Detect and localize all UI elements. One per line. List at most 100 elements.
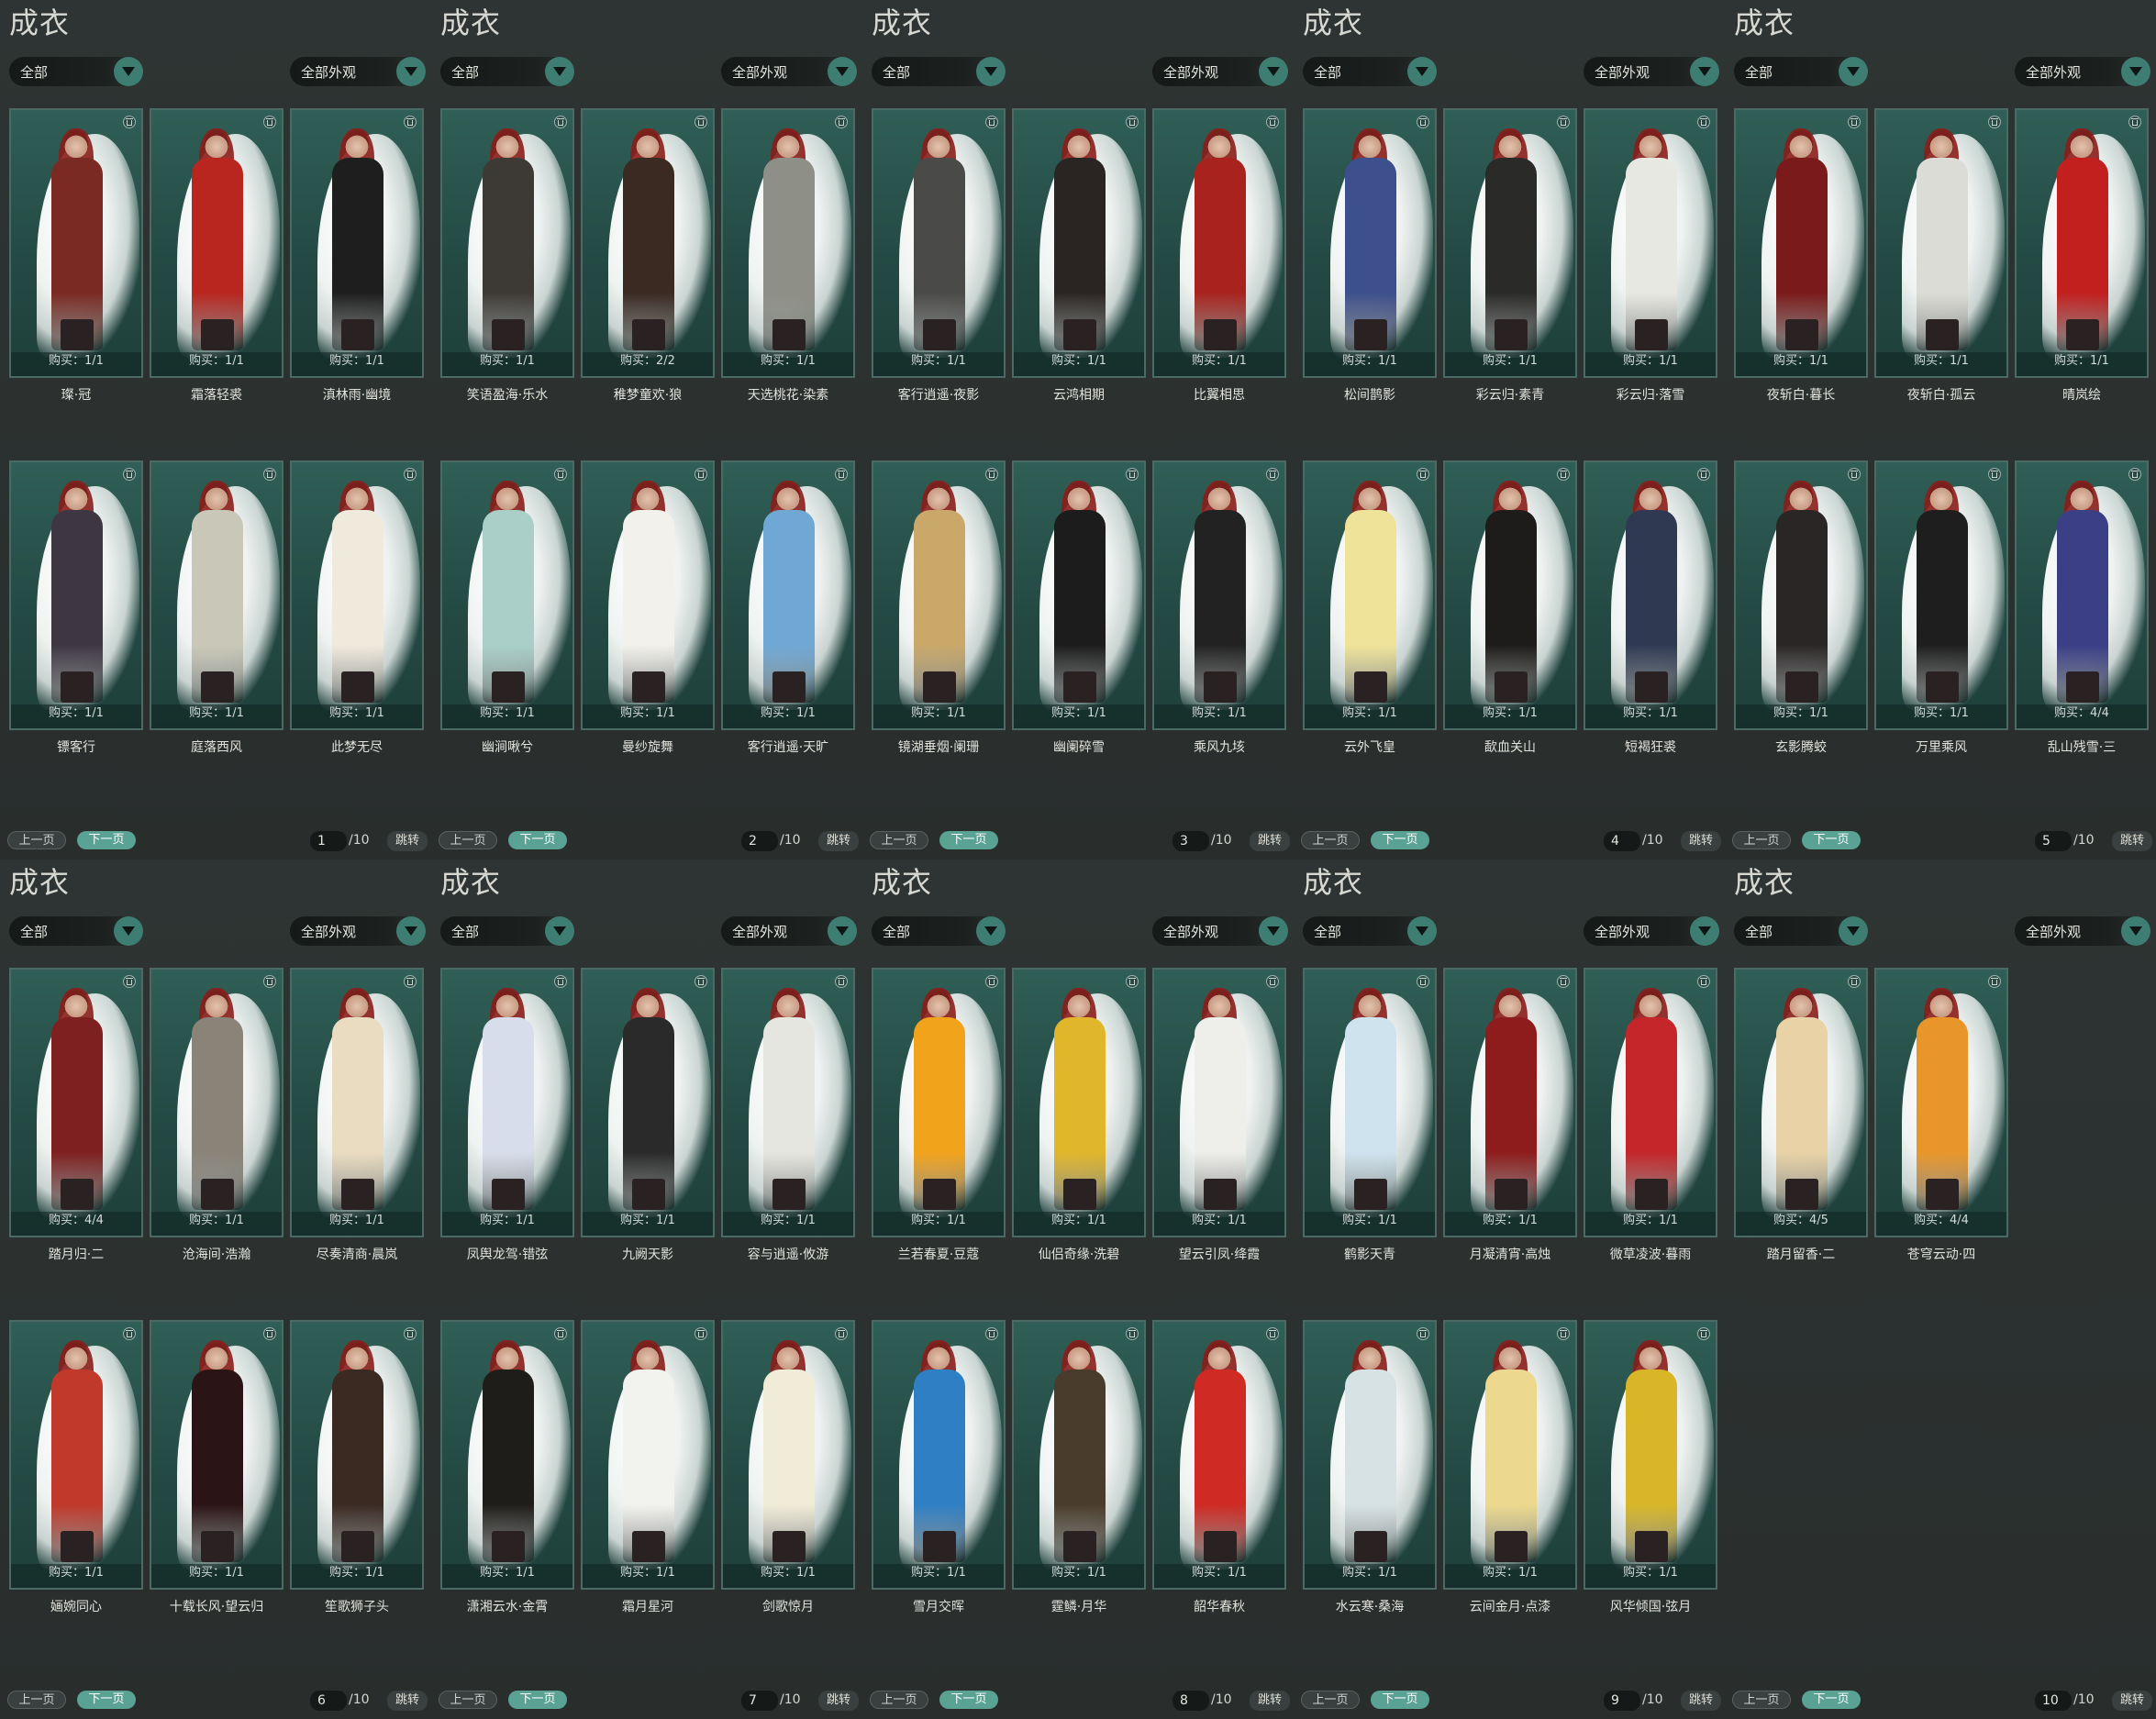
trash-icon[interactable] (985, 468, 998, 481)
trash-icon[interactable] (1848, 975, 1861, 988)
trash-icon[interactable] (123, 468, 136, 481)
page-number-input[interactable]: 4 (1604, 831, 1640, 851)
next-page-button[interactable]: 下一页 (1371, 1691, 1429, 1709)
outfit-card[interactable]: 购买：1/1 (1152, 1320, 1286, 1590)
trash-icon[interactable] (1266, 1327, 1279, 1340)
trash-icon[interactable] (695, 975, 707, 988)
appearance-filter-dropdown[interactable]: 全部外观 (721, 57, 857, 86)
trash-icon[interactable] (263, 116, 276, 128)
trash-icon[interactable] (1266, 116, 1279, 128)
outfit-card[interactable]: 购买：4/5 (1734, 968, 1868, 1237)
outfit-card[interactable]: 购买：2/2 (581, 108, 715, 378)
prev-page-button[interactable]: 上一页 (1732, 1691, 1791, 1709)
outfit-card[interactable]: 购买：1/1 (290, 460, 424, 730)
trash-icon[interactable] (835, 1327, 848, 1340)
chevron-down-icon[interactable] (396, 916, 426, 946)
trash-icon[interactable] (1126, 1327, 1139, 1340)
trash-icon[interactable] (404, 468, 417, 481)
category-dropdown[interactable]: 全部 (440, 57, 574, 86)
trash-icon[interactable] (1848, 116, 1861, 128)
outfit-card[interactable]: 购买：1/1 (1734, 460, 1868, 730)
category-dropdown[interactable]: 全部 (1303, 57, 1437, 86)
prev-page-button[interactable]: 上一页 (1301, 1691, 1360, 1709)
category-dropdown[interactable]: 全部 (440, 916, 574, 946)
outfit-card[interactable]: 购买：1/1 (721, 460, 855, 730)
prev-page-button[interactable]: 上一页 (1301, 831, 1360, 849)
outfit-card[interactable]: 购买：1/1 (1012, 108, 1146, 378)
trash-icon[interactable] (1988, 975, 2001, 988)
outfit-card[interactable]: 购买：1/1 (1012, 460, 1146, 730)
appearance-filter-dropdown[interactable]: 全部外观 (290, 916, 426, 946)
outfit-card[interactable]: 购买：1/1 (872, 968, 1006, 1237)
outfit-card[interactable]: 购买：1/1 (9, 1320, 143, 1590)
trash-icon[interactable] (1848, 468, 1861, 481)
chevron-down-icon[interactable] (828, 57, 857, 86)
page-number-input[interactable]: 6 (310, 1691, 347, 1711)
category-dropdown[interactable]: 全部 (1734, 57, 1868, 86)
category-dropdown[interactable]: 全部 (872, 57, 1006, 86)
chevron-down-icon[interactable] (1259, 916, 1288, 946)
trash-icon[interactable] (985, 1327, 998, 1340)
outfit-card[interactable]: 购买：1/1 (1303, 108, 1437, 378)
chevron-down-icon[interactable] (976, 916, 1006, 946)
trash-icon[interactable] (1988, 468, 2001, 481)
trash-icon[interactable] (263, 975, 276, 988)
page-number-input[interactable]: 1 (310, 831, 347, 851)
outfit-card[interactable]: 购买：1/1 (872, 108, 1006, 378)
chevron-down-icon[interactable] (1407, 916, 1437, 946)
category-dropdown[interactable]: 全部 (9, 916, 143, 946)
trash-icon[interactable] (835, 975, 848, 988)
outfit-card[interactable]: 购买：1/1 (9, 460, 143, 730)
trash-icon[interactable] (123, 116, 136, 128)
trash-icon[interactable] (263, 1327, 276, 1340)
outfit-card[interactable]: 购买：1/1 (1303, 968, 1437, 1237)
outfit-card[interactable]: 购买：1/1 (1584, 1320, 1717, 1590)
next-page-button[interactable]: 下一页 (939, 1691, 998, 1709)
outfit-card[interactable]: 购买：1/1 (581, 968, 715, 1237)
appearance-filter-dropdown[interactable]: 全部外观 (1152, 57, 1288, 86)
outfit-card[interactable]: 购买：1/1 (440, 460, 574, 730)
trash-icon[interactable] (1697, 468, 1710, 481)
chevron-down-icon[interactable] (1407, 57, 1437, 86)
trash-icon[interactable] (1417, 116, 1429, 128)
outfit-card[interactable]: 购买：1/1 (150, 460, 283, 730)
appearance-filter-dropdown[interactable]: 全部外观 (721, 916, 857, 946)
outfit-card[interactable]: 购买：1/1 (150, 1320, 283, 1590)
next-page-button[interactable]: 下一页 (1371, 831, 1429, 849)
next-page-button[interactable]: 下一页 (508, 1691, 567, 1709)
prev-page-button[interactable]: 上一页 (7, 831, 66, 849)
outfit-card[interactable]: 购买：1/1 (1584, 108, 1717, 378)
outfit-card[interactable]: 购买：1/1 (1303, 1320, 1437, 1590)
page-number-input[interactable]: 10 (2035, 1691, 2072, 1711)
outfit-card[interactable]: 购买：1/1 (1443, 1320, 1577, 1590)
chevron-down-icon[interactable] (2121, 916, 2150, 946)
trash-icon[interactable] (695, 1327, 707, 1340)
outfit-card[interactable]: 购买：1/1 (1152, 968, 1286, 1237)
chevron-down-icon[interactable] (976, 57, 1006, 86)
trash-icon[interactable] (1126, 468, 1139, 481)
jump-button[interactable]: 跳转 (387, 831, 428, 851)
outfit-card[interactable]: 购买：1/1 (440, 1320, 574, 1590)
chevron-down-icon[interactable] (2121, 57, 2150, 86)
trash-icon[interactable] (554, 1327, 567, 1340)
jump-button[interactable]: 跳转 (1250, 831, 1290, 851)
jump-button[interactable]: 跳转 (387, 1691, 428, 1711)
trash-icon[interactable] (1557, 1327, 1570, 1340)
jump-button[interactable]: 跳转 (1250, 1691, 1290, 1711)
appearance-filter-dropdown[interactable]: 全部外观 (290, 57, 426, 86)
trash-icon[interactable] (554, 468, 567, 481)
outfit-card[interactable]: 购买：1/1 (1012, 968, 1146, 1237)
page-number-input[interactable]: 9 (1604, 1691, 1640, 1711)
outfit-card[interactable]: 购买：1/1 (1443, 460, 1577, 730)
trash-icon[interactable] (2128, 468, 2141, 481)
outfit-card[interactable]: 购买：1/1 (1734, 108, 1868, 378)
trash-icon[interactable] (985, 975, 998, 988)
trash-icon[interactable] (1697, 116, 1710, 128)
outfit-card[interactable]: 购买：1/1 (150, 108, 283, 378)
prev-page-button[interactable]: 上一页 (1732, 831, 1791, 849)
outfit-card[interactable]: 购买：1/1 (290, 108, 424, 378)
trash-icon[interactable] (2128, 116, 2141, 128)
trash-icon[interactable] (695, 468, 707, 481)
outfit-card[interactable]: 购买：1/1 (290, 968, 424, 1237)
outfit-card[interactable]: 购买：1/1 (721, 108, 855, 378)
